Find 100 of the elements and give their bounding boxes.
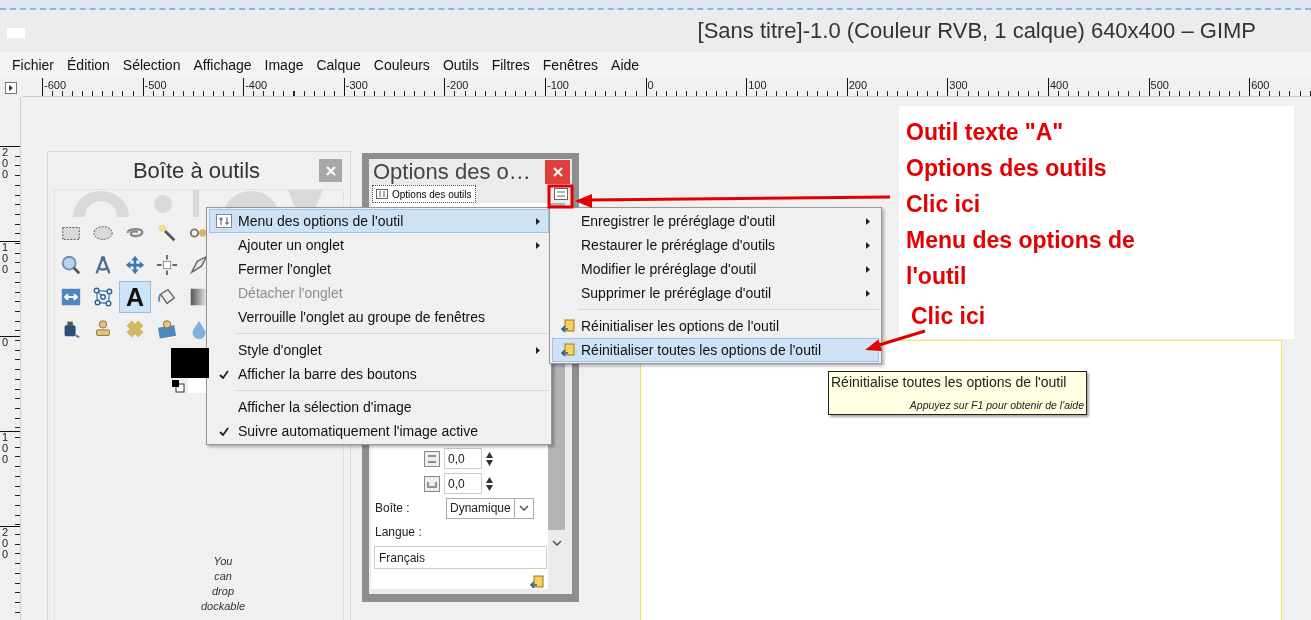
ruler-label: 400 <box>1047 78 1149 96</box>
default-colors-icon <box>171 379 185 393</box>
submenu-arrow-icon <box>866 217 870 225</box>
annotation-text: Outil texte "A" <box>906 118 1065 147</box>
menu-item[interactable]: Modifier le préréglage d'outil <box>552 257 879 281</box>
field-label: Langue : <box>375 525 423 539</box>
number-field[interactable]: 0,0 <box>444 473 482 494</box>
menu-item[interactable]: Réinitialiser les options de l'outil <box>552 314 879 338</box>
submenu-arrow-icon <box>866 241 870 249</box>
move-icon <box>124 254 146 276</box>
menu-item[interactable]: Couleurs <box>373 57 430 73</box>
ruler-label: 200 <box>2 527 9 560</box>
menu-item[interactable]: Supprimer le préréglage d'outil <box>552 281 879 305</box>
menu-item[interactable]: Suivre automatiquement l'image active <box>209 419 549 443</box>
foreground-color-swatch[interactable] <box>171 348 209 378</box>
ruler-label: -100 <box>544 78 646 96</box>
submenu-arrow-icon <box>866 289 870 297</box>
close-button[interactable] <box>319 159 342 182</box>
menu-item[interactable]: Restaurer le préréglage d'outils <box>552 233 879 257</box>
tool-button[interactable]: A <box>119 281 151 313</box>
menu-item[interactable]: Édition <box>67 57 110 73</box>
ruler-label: 500 <box>1148 78 1250 96</box>
dock-tab[interactable]: Options des outils <box>372 185 476 203</box>
ruler-menu-icon[interactable] <box>5 81 17 94</box>
submenu-arrow-icon <box>536 217 540 225</box>
reset-icon <box>559 319 575 333</box>
menu-item[interactable]: Sélection <box>122 57 181 73</box>
tooltip-hint: Appuyez sur F1 pour obtenir de l'aide <box>908 399 1084 411</box>
menu-item[interactable]: Style d'onglet <box>209 338 549 362</box>
spin-arrows-icon[interactable] <box>486 475 493 492</box>
menu-item[interactable]: Ajouter un onglet <box>209 233 549 257</box>
ruler-label: 600 <box>1249 78 1311 96</box>
reset-icon <box>559 343 575 357</box>
close-icon <box>324 164 337 177</box>
menu-item[interactable]: Afficher la sélection d'image <box>209 395 549 419</box>
submenu-arrow-icon <box>866 265 870 273</box>
annotation-text: l'outil <box>906 262 968 291</box>
ruler-label: -300 <box>343 78 445 96</box>
close-icon <box>551 166 564 178</box>
annotation-text: Options des outils <box>906 154 1108 183</box>
ruler-label: 200 <box>2 147 9 180</box>
ruler-label: -500 <box>142 78 244 96</box>
tooltip-text: Réinitialise toutes les options de l'outil <box>831 374 1068 390</box>
align-icon <box>156 254 178 276</box>
menu-item[interactable]: Outils <box>442 57 479 73</box>
field-label: Boîte : <box>375 501 411 515</box>
menu-item[interactable]: Fenêtres <box>542 57 599 73</box>
node-path-icon <box>92 286 114 308</box>
ruler-label: -600 <box>42 78 143 96</box>
magnifier-icon <box>60 254 82 276</box>
line-spacing-icon <box>424 450 440 467</box>
ruler-label: 100 <box>2 432 9 465</box>
menu-item[interactable]: Réinitialiser toutes les options de l'outil <box>552 338 879 362</box>
ruler-label: 300 <box>947 78 1048 96</box>
ruler-label: -400 <box>243 78 344 96</box>
menu-item[interactable]: Image <box>264 57 304 73</box>
spin-arrows-icon[interactable] <box>486 450 493 467</box>
menu-item[interactable]: Enregistrer le préréglage d'outil <box>552 209 879 233</box>
stamp-icon <box>156 318 178 340</box>
ruler-label: 0 <box>2 337 9 348</box>
ruler-label: 0 <box>645 78 747 96</box>
language-field[interactable]: Français <box>374 546 547 569</box>
number-field[interactable]: 0,0 <box>444 448 482 469</box>
menu-item[interactable]: Fichier <box>12 57 54 73</box>
chevron-down-icon <box>519 505 529 511</box>
highlight-frame <box>547 184 574 209</box>
close-button[interactable] <box>545 160 570 184</box>
submenu-arrow-icon <box>536 346 540 354</box>
menu-item[interactable]: Calque <box>316 57 361 73</box>
wand-icon <box>156 222 178 244</box>
configure-icon[interactable] <box>554 188 568 200</box>
annotation-text: Menu des options de <box>906 226 1136 255</box>
check-icon <box>219 369 229 379</box>
panel-title: Options des o… <box>373 159 531 185</box>
cross-shape-icon <box>124 318 146 340</box>
annotation-text: Clic ici <box>911 302 987 331</box>
chevron-down-icon[interactable] <box>552 540 562 546</box>
panel-title: Boîte à outils <box>131 157 262 184</box>
menu-item[interactable]: Filtres <box>491 57 530 73</box>
annotation-text: Clic ici <box>906 190 982 219</box>
reset-icon[interactable] <box>529 575 544 589</box>
ruler-label: 200 <box>846 78 948 96</box>
pointer-arrow <box>865 329 926 351</box>
menu-item[interactable]: Affichage <box>193 57 252 73</box>
flip-icon <box>60 286 82 308</box>
ruler-label: -200 <box>444 78 545 96</box>
menu-item[interactable]: Afficher la barre des boutons <box>209 362 549 386</box>
menu-item[interactable]: Menu des options de l'outil <box>209 209 549 233</box>
submenu-arrow-icon <box>536 241 540 249</box>
drop-hint: You can drop dockable <box>199 554 246 614</box>
menu-item[interactable]: Fermer l'onglet <box>209 257 549 281</box>
ruler-label: 100 <box>746 78 847 96</box>
ruler-label: 100 <box>2 242 9 275</box>
letter-spacing-icon <box>424 475 440 492</box>
menu-item[interactable]: Aide <box>611 57 640 73</box>
dropdown[interactable]: Dynamique <box>446 497 534 519</box>
sliders-icon <box>376 189 388 199</box>
menu-item[interactable]: Verrouille l'onglet au groupe de fenêtres <box>209 305 549 329</box>
check-icon <box>219 426 229 436</box>
window-title: [Sans titre]-1.0 (Couleur RVB, 1 calque) 640x400 – GIMP <box>697 18 1256 44</box>
